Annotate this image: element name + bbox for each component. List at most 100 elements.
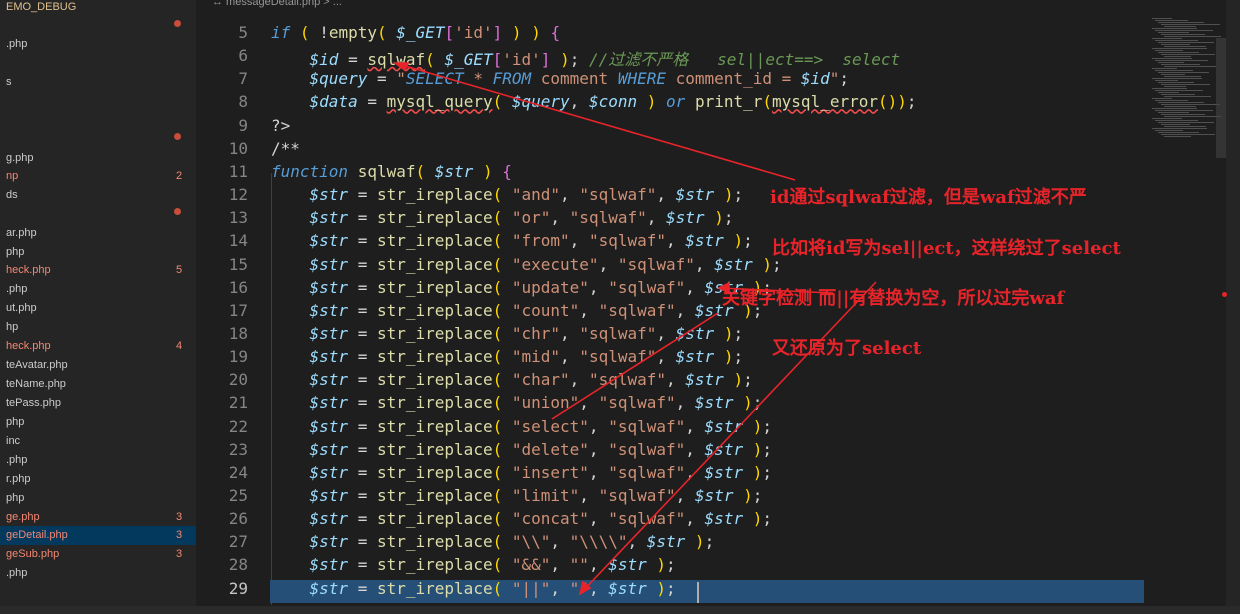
line-number: 29 <box>228 578 248 598</box>
minimap-line <box>1164 66 1216 67</box>
minimap-line <box>1164 86 1186 87</box>
code-line[interactable]: $str = str_ireplace( "or", "sqlwaf", $st… <box>271 208 734 227</box>
file-item[interactable]: teName.php <box>6 375 66 394</box>
file-item[interactable]: ar.php <box>6 224 37 243</box>
file-item[interactable]: inc <box>6 432 20 451</box>
file-item[interactable]: geDetail.php <box>0 526 196 545</box>
file-item[interactable]: heck.php <box>6 337 51 356</box>
code-line[interactable]: $str = str_ireplace( "&&", "", $str ); <box>271 555 676 574</box>
problem-count-badge: 3 <box>176 511 183 523</box>
file-item[interactable]: php <box>6 413 24 432</box>
editor-tab-bar: ↔ messageDetail.php > ... <box>196 0 1146 14</box>
breadcrumb[interactable]: ↔ messageDetail.php > ... <box>212 0 342 8</box>
right-panel-edge <box>1226 0 1240 606</box>
minimap-line <box>1158 102 1204 103</box>
code-line[interactable]: function sqlwaf( $str ) { <box>271 162 512 181</box>
code-line[interactable]: $str = str_ireplace( "union", "sqlwaf", … <box>271 393 763 412</box>
file-item[interactable]: hp <box>6 318 18 337</box>
code-line[interactable]: if ( !empty( $_GET['id'] ) ) { <box>271 23 560 42</box>
minimap-line <box>1155 80 1178 81</box>
annotation-note-4: 又还原为了select <box>772 338 922 359</box>
code-line[interactable]: $str = str_ireplace( "count", "sqlwaf", … <box>271 301 763 320</box>
file-item[interactable]: ut.php <box>6 299 37 318</box>
code-line[interactable]: $str = str_ireplace( "||", "", $str ); <box>271 579 676 598</box>
problem-count-badge: 3 <box>176 548 183 560</box>
minimap-line <box>1164 46 1206 47</box>
line-number: 16 <box>228 277 248 297</box>
file-item[interactable]: .php <box>6 280 27 299</box>
minimap-line <box>1158 72 1209 73</box>
minimap-line <box>1152 128 1207 129</box>
code-line[interactable]: ?> <box>271 116 290 135</box>
minimap-line <box>1161 24 1220 25</box>
code-line[interactable]: $str = str_ireplace( "execute", "sqlwaf"… <box>271 255 782 274</box>
file-item[interactable]: geSub.php <box>6 545 59 564</box>
minimap-line <box>1155 130 1183 131</box>
minimap-line <box>1158 92 1179 93</box>
minimap-line <box>1152 18 1172 19</box>
minimap-line <box>1161 64 1200 65</box>
file-item[interactable]: php <box>6 489 24 508</box>
minimap-line <box>1152 98 1172 99</box>
file-item[interactable]: .php <box>6 564 27 583</box>
annotation-note-2: 比如将id写为sel||ect，这样绕过了select <box>772 238 1121 259</box>
line-number: 10 <box>228 138 248 158</box>
file-item[interactable]: s <box>6 73 12 92</box>
file-item[interactable]: EMO_DEBUG <box>6 0 76 17</box>
code-line[interactable]: $str = str_ireplace( "limit", "sqlwaf", … <box>271 486 763 505</box>
line-number: 12 <box>228 185 248 205</box>
code-line[interactable]: $str = str_ireplace( "insert", "sqlwaf",… <box>271 463 772 482</box>
code-line[interactable]: $str = str_ireplace( "char", "sqlwaf", $… <box>271 370 753 389</box>
code-editor[interactable]: if ( !empty( $_GET['id'] ) ) { $id = sql… <box>196 14 1146 606</box>
minimap-line <box>1158 62 1184 63</box>
code-line[interactable]: $str = str_ireplace( "update", "sqlwaf",… <box>271 278 772 297</box>
minimap-line <box>1158 42 1214 43</box>
status-bar <box>0 606 1240 614</box>
minimap-line <box>1155 70 1193 71</box>
file-item[interactable]: ge.php <box>6 508 40 527</box>
code-line[interactable]: $str = str_ireplace( "chr", "sqlwaf", $s… <box>271 324 744 343</box>
minimap-line <box>1158 82 1194 83</box>
code-line[interactable]: $str = str_ireplace( "select", "sqlwaf",… <box>271 417 772 436</box>
line-number: 25 <box>228 486 248 505</box>
file-item[interactable]: tePass.php <box>6 394 61 413</box>
minimap[interactable] <box>1146 14 1226 606</box>
line-number: 26 <box>228 509 248 529</box>
minimap-line <box>1158 112 1189 113</box>
line-number: 7 <box>238 69 248 89</box>
file-item[interactable]: g.php <box>6 149 34 168</box>
minimap-line <box>1161 34 1205 35</box>
file-item[interactable]: teAvatar.php <box>6 356 68 375</box>
line-number: 13 <box>228 208 248 228</box>
code-line[interactable]: $str = str_ireplace( "mid", "sqlwaf", $s… <box>271 347 744 366</box>
file-item[interactable]: .php <box>6 451 27 470</box>
code-line[interactable]: $str = str_ireplace( "concat", "sqlwaf",… <box>271 509 772 528</box>
minimap-line <box>1164 136 1191 137</box>
minimap-line <box>1155 30 1213 31</box>
line-number: 23 <box>228 439 248 459</box>
line-number: 17 <box>228 300 248 320</box>
file-item[interactable]: .php <box>6 35 27 54</box>
file-item[interactable]: r.php <box>6 470 30 489</box>
code-line[interactable]: $query = "SELECT * FROM comment WHERE co… <box>271 69 850 88</box>
code-line[interactable]: $id = sqlwaf( $_GET['id'] ); //过滤不严格 sel… <box>271 46 901 70</box>
file-item[interactable]: php <box>6 243 24 262</box>
code-line[interactable]: /** <box>271 139 300 158</box>
line-number: 9 <box>238 115 248 135</box>
file-item[interactable]: np <box>6 167 18 186</box>
minimap-line <box>1164 26 1196 27</box>
minimap-line <box>1164 76 1201 77</box>
vertical-scrollbar[interactable] <box>1216 38 1226 158</box>
code-line[interactable]: $str = str_ireplace( "from", "sqlwaf", $… <box>271 231 753 250</box>
file-item[interactable]: ds <box>6 186 18 205</box>
code-line[interactable]: $str = str_ireplace( "and", "sqlwaf", $s… <box>271 185 744 204</box>
minimap-line <box>1152 108 1197 109</box>
code-line[interactable]: $str = str_ireplace( "\\", "\\\\", $str … <box>271 532 715 551</box>
code-line[interactable]: $data = mysql_query( $query, $conn ) or … <box>271 92 917 111</box>
file-item[interactable]: heck.php <box>6 261 51 280</box>
minimap-line <box>1152 28 1197 29</box>
minimap-line <box>1158 132 1199 133</box>
minimap-line <box>1158 122 1214 123</box>
code-line[interactable]: $str = str_ireplace( "delete", "sqlwaf",… <box>271 440 772 459</box>
minimap-line <box>1155 110 1213 111</box>
